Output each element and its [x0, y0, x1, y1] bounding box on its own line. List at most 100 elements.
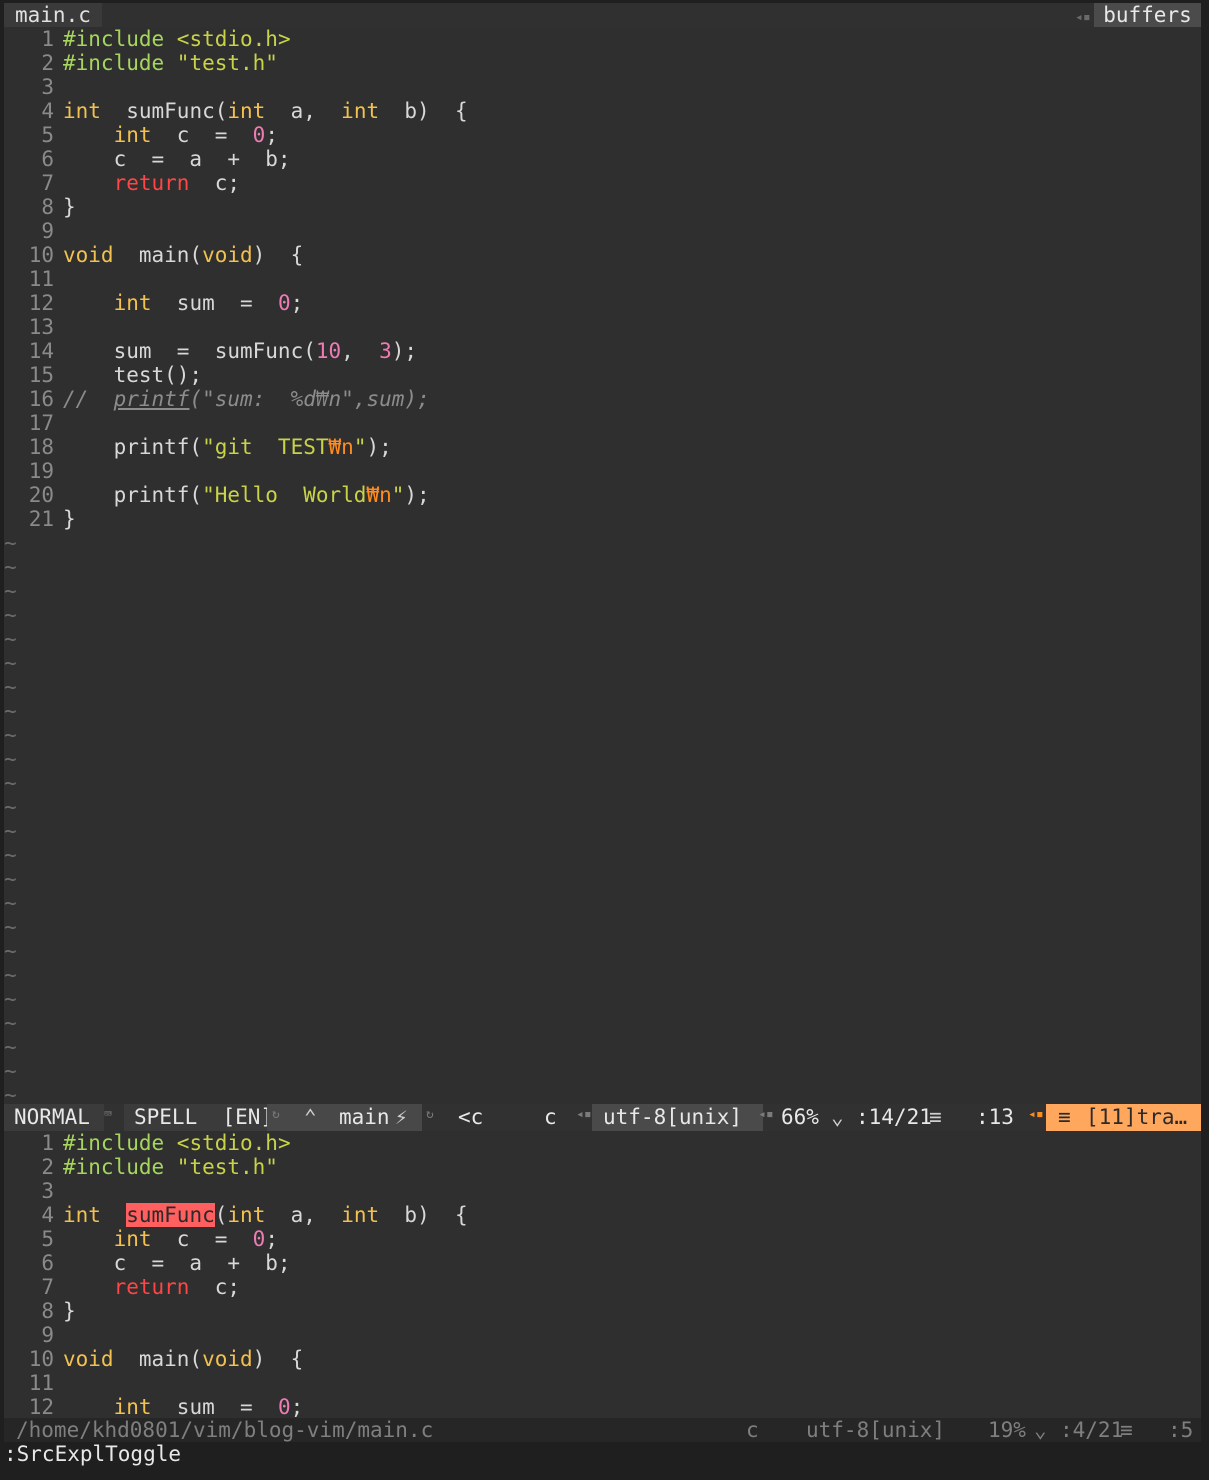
code-text: // printf("sum: %d₩n",sum); — [63, 387, 430, 411]
code-text: int c = 0; — [113, 1227, 278, 1251]
code-line[interactable]: 10 void main(void) { — [4, 1347, 1201, 1371]
line-number: 4 — [41, 1203, 54, 1227]
line-number: 13 — [28, 315, 54, 339]
line-number: 8 — [41, 1299, 54, 1323]
code-line[interactable]: 8} — [4, 195, 1201, 219]
code-line[interactable]: 12 int sum = 0; — [4, 291, 1201, 315]
line-position: :14/21 — [856, 1105, 932, 1129]
line-number: 15 — [28, 363, 54, 387]
line-number: 1 — [41, 1131, 54, 1155]
lines-icon: ≡ — [929, 1105, 942, 1129]
file-path: /home/khd0801/vim/blog-vim/main.c — [16, 1418, 434, 1442]
empty-line-marker: ~ — [4, 555, 17, 579]
line-number: 2 — [41, 1155, 54, 1179]
line-number: 21 — [28, 507, 54, 531]
code-line[interactable]: 15 test(); — [4, 363, 1201, 387]
bolt-icon: ⚡ — [395, 1105, 408, 1129]
empty-line-marker: ~ — [4, 795, 17, 819]
code-line[interactable]: 16 // printf("sum: %d₩n",sum); — [4, 387, 1201, 411]
empty-line-marker: ~ — [4, 651, 17, 675]
code-line[interactable]: 19 — [4, 459, 1201, 483]
code-line[interactable]: 9 — [4, 219, 1201, 243]
line-number: 20 — [28, 483, 54, 507]
code-line[interactable]: 18 printf("git TEST₩n"); — [4, 435, 1201, 459]
line-number: 11 — [28, 1371, 54, 1395]
empty-line-marker: ~ — [4, 1059, 17, 1083]
code-line[interactable]: 5 int c = 0; — [4, 123, 1201, 147]
empty-line-marker: ~ — [4, 819, 17, 843]
code-line[interactable]: 13 — [4, 315, 1201, 339]
code-text: printf("Hello World₩n"); — [63, 483, 430, 507]
code-line[interactable]: 10 void main(void) { — [4, 243, 1201, 267]
command-line[interactable]: :SrcExplToggle — [4, 1442, 1201, 1466]
line-number: 12 — [28, 291, 54, 315]
lines-icon-bottom: ≡ — [1120, 1418, 1133, 1442]
code-line[interactable]: 7 return c; — [4, 1275, 1201, 1299]
percent-indicator-bottom: 19% — [988, 1418, 1026, 1442]
empty-line-marker: ~ — [4, 915, 17, 939]
empty-line-marker: ~ — [4, 939, 17, 963]
trailing-whitespace-warning[interactable]: [11]tra… — [1086, 1104, 1187, 1131]
tabline — [4, 3, 1201, 27]
line-number: 5 — [41, 123, 54, 147]
code-text: printf("git TEST₩n"); — [63, 435, 392, 459]
code-line[interactable]: 21} — [4, 507, 1201, 531]
empty-line-marker: ~ — [4, 627, 17, 651]
line-number: 14 — [28, 339, 54, 363]
code-text: void main(void) { — [63, 243, 304, 267]
empty-line-marker: ~ — [4, 771, 17, 795]
code-line[interactable]: 17 — [4, 411, 1201, 435]
code-line[interactable]: 14 sum = sumFunc(10, 3); — [4, 339, 1201, 363]
code-text: return c; — [113, 171, 241, 195]
code-text: int c = 0; — [113, 123, 278, 147]
line-number: 4 — [41, 99, 54, 123]
tag-indicator: <c — [458, 1105, 484, 1129]
code-text: } — [63, 195, 76, 219]
empty-line-marker: ~ — [4, 603, 17, 627]
editor-pane-top[interactable]: 1 #include <stdio.h> 2 #include "test.h" 3 4 i… — [4, 27, 1201, 1104]
line-number: 7 — [41, 171, 54, 195]
code-line[interactable]: 8} — [4, 1299, 1201, 1323]
code-line[interactable]: 2 #include "test.h" — [4, 1155, 1201, 1179]
empty-line-marker: ~ — [4, 987, 17, 1011]
filetype-indicator: c — [544, 1105, 557, 1129]
code-text: int sum = 0; — [113, 1395, 304, 1418]
code-line[interactable]: 9 — [4, 1323, 1201, 1347]
code-line[interactable]: 20 printf("Hello World₩n"); — [4, 483, 1201, 507]
statusline: NORMAL ⌨ SPELL [EN] ↻ ⌃ main ⚡ ↻ <c c ◂▪… — [4, 1104, 1201, 1131]
percent-indicator: 66% — [781, 1105, 819, 1129]
code-text: c = a + b; — [63, 147, 291, 171]
tab-main-c[interactable]: main.c — [4, 3, 102, 27]
code-line[interactable]: 3 — [4, 75, 1201, 99]
editor-pane-bottom[interactable]: 1 #include <stdio.h> 2 #include "test.h" 3 4 i… — [4, 1131, 1201, 1418]
code-line[interactable]: 1 #include <stdio.h> — [4, 27, 1201, 51]
code-line[interactable]: 11 — [4, 267, 1201, 291]
line-number: 10 — [28, 243, 54, 267]
code-line[interactable]: 4 int sumFunc(int a, int b) { — [4, 1203, 1201, 1227]
line-number: 6 — [41, 1251, 54, 1275]
code-line[interactable]: 7 return c; — [4, 171, 1201, 195]
keyboard-icon: ⌨ — [104, 1107, 112, 1122]
code-text: int sum = 0; — [113, 291, 304, 315]
code-text: int sumFunc(int a, int b) { — [63, 99, 468, 123]
code-text: int sumFunc(int a, int b) { — [63, 1203, 468, 1227]
empty-line-marker: ~ — [4, 867, 17, 891]
code-line[interactable]: 1 #include <stdio.h> — [4, 1131, 1201, 1155]
empty-line-marker: ~ — [4, 723, 17, 747]
vim-window: main.c ◂▪ buffers 1 #include <stdio.h> 2 #i… — [0, 0, 1209, 1480]
column-position-bottom: :5 — [1168, 1418, 1194, 1442]
empty-line-marker: ~ — [4, 675, 17, 699]
line-number: 19 — [28, 459, 54, 483]
code-line[interactable]: 12 int sum = 0; — [4, 1395, 1201, 1418]
code-line[interactable]: 2 #include "test.h" — [4, 51, 1201, 75]
code-line[interactable]: 4 int sumFunc(int a, int b) { — [4, 99, 1201, 123]
buffers-label[interactable]: buffers — [1094, 3, 1201, 27]
code-line[interactable]: 5 int c = 0; — [4, 1227, 1201, 1251]
code-line[interactable]: 11 — [4, 1371, 1201, 1395]
line-number: 6 — [41, 147, 54, 171]
code-line[interactable]: 3 — [4, 1179, 1201, 1203]
code-line[interactable]: 6 c = a + b; — [4, 147, 1201, 171]
code-line[interactable]: 6 c = a + b; — [4, 1251, 1201, 1275]
code-text: } — [63, 507, 76, 531]
empty-line-marker: ~ — [4, 963, 17, 987]
